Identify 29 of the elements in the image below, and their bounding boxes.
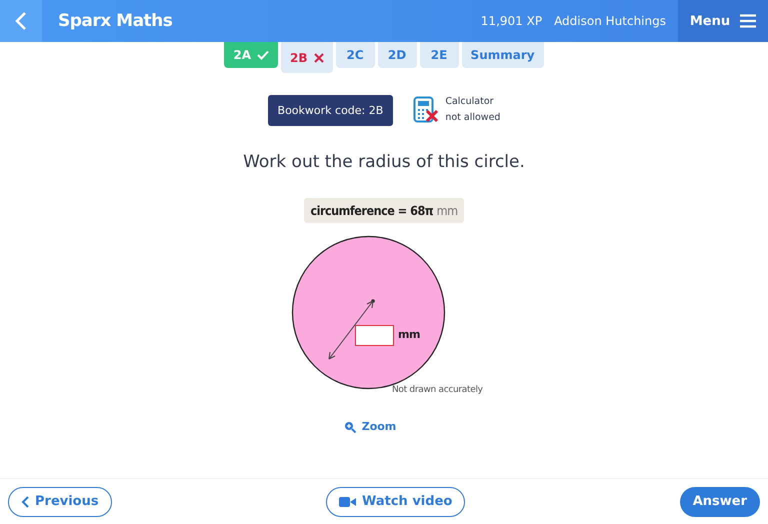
app-title: Sparx Maths [58,11,174,31]
zoom-icon [344,420,356,432]
question-text: Work out the radius of this circle. [242,152,526,172]
back-icon [15,12,27,30]
bookwork-code: Bookwork code: 2B [268,94,394,126]
answer-field[interactable] [355,325,394,346]
task-tab[interactable]: 2D [378,42,417,68]
chevron-left-icon [21,496,29,508]
menu-button[interactable]: Menu [678,0,768,42]
watch-video-button[interactable]: Watch video [326,486,466,516]
cross-icon [314,52,324,62]
user-name: Addison Hutchings [554,14,666,28]
xp-count: 11,901 XP [480,14,542,28]
check-icon [257,50,270,60]
task-tab[interactable]: 2A [224,42,278,68]
answer-button[interactable]: Answer [680,486,760,516]
menu-icon [740,14,756,28]
calculator-status: Calculator not allowed [445,95,500,125]
video-camera-icon [338,496,356,508]
unit-label: mm [398,328,420,341]
task-tab[interactable]: 2C [336,42,375,68]
circumference-label: circumference = 68π mm [304,198,464,223]
task-tab[interactable]: Summary [462,42,544,68]
zoom-button[interactable]: Zoom [338,419,402,434]
previous-button[interactable]: Previous [8,486,112,516]
task-tab[interactable]: 2B [281,42,333,73]
back-button[interactable] [0,0,42,42]
task-tab[interactable]: 2E [420,42,459,68]
diagram-note: Not drawn accurately [392,385,483,395]
